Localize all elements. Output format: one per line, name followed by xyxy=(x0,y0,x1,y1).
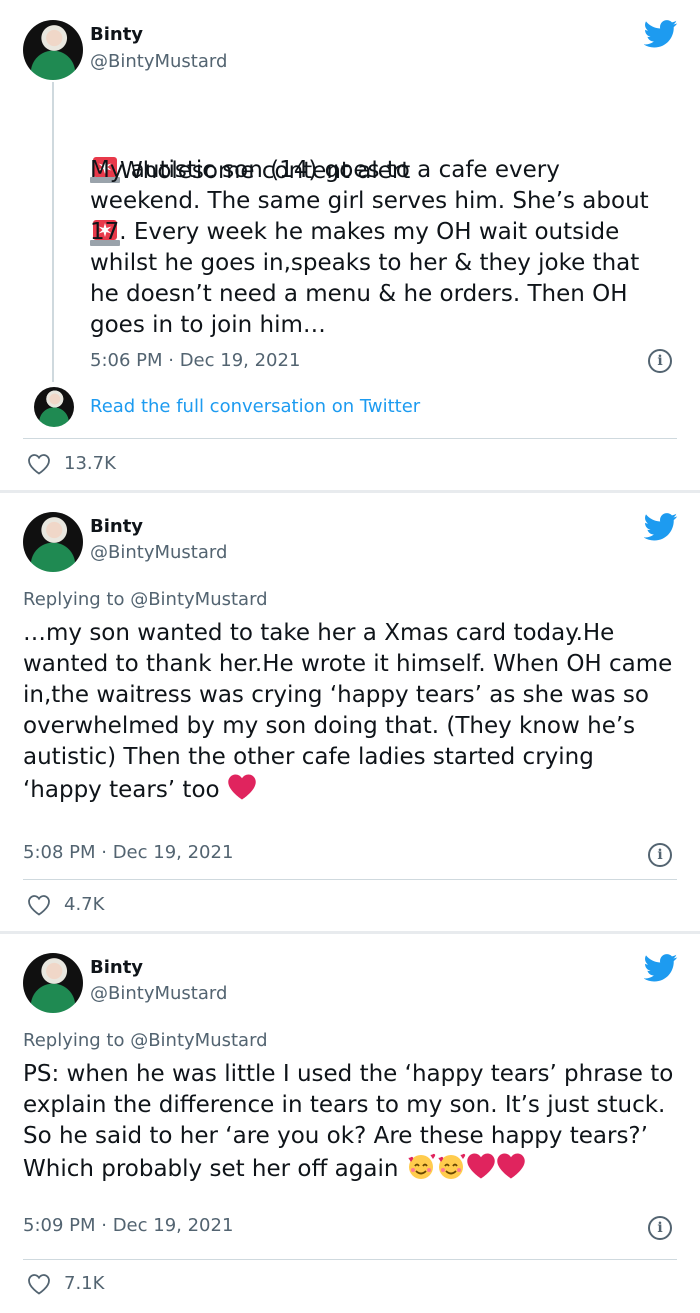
author-handle[interactable]: @BintyMustard xyxy=(90,52,227,72)
twitter-bird-icon[interactable] xyxy=(644,954,678,982)
tweet-timestamp[interactable]: 5:09 PM · Dec 19, 2021 xyxy=(23,1215,233,1237)
tweet-card: Binty @BintyMustard Replying to @BintyMu… xyxy=(0,934,700,1313)
info-icon[interactable]: i xyxy=(648,1216,672,1240)
author-handle[interactable]: @BintyMustard xyxy=(90,984,227,1004)
author-avatar[interactable] xyxy=(23,20,83,80)
author-name[interactable]: Binty xyxy=(90,958,143,978)
divider xyxy=(23,438,677,439)
info-icon[interactable]: i xyxy=(648,349,672,373)
tweet-text-body: My autistic son (14) goes to a cafe ever… xyxy=(90,157,649,338)
author-avatar[interactable] xyxy=(23,512,83,572)
like-button[interactable]: 7.1K xyxy=(26,1273,104,1295)
read-conversation-link[interactable]: Read the full conversation on Twitter xyxy=(90,396,420,418)
replying-to-label: Replying to xyxy=(23,589,131,610)
author-avatar[interactable] xyxy=(23,953,83,1013)
like-count: 4.7K xyxy=(64,894,105,915)
heart-outline-icon xyxy=(28,1274,50,1295)
mention-link[interactable]: @BintyMustard xyxy=(130,589,267,610)
replying-to: Replying to @BintyMustard xyxy=(23,1030,268,1052)
tweet-timestamp[interactable]: 5:06 PM · Dec 19, 2021 xyxy=(90,350,300,372)
author-name[interactable]: Binty xyxy=(90,25,143,45)
tweet-text: …my son wanted to take her a Xmas card t… xyxy=(23,618,673,810)
author-name[interactable]: Binty xyxy=(90,517,143,537)
like-count: 7.1K xyxy=(64,1273,105,1294)
heart-outline-icon xyxy=(28,454,50,475)
replying-to-label: Replying to xyxy=(23,1030,131,1051)
divider xyxy=(23,879,677,880)
divider xyxy=(23,1259,677,1260)
red-heart-emoji xyxy=(227,773,257,810)
red-heart-emoji xyxy=(496,1152,526,1189)
tweet-timestamp[interactable]: 5:08 PM · Dec 19, 2021 xyxy=(23,842,233,864)
red-heart-emoji xyxy=(466,1152,496,1189)
like-button[interactable]: 4.7K xyxy=(26,894,104,916)
like-count: 13.7K xyxy=(64,453,116,474)
author-handle[interactable]: @BintyMustard xyxy=(90,543,227,563)
tweet-text-body: PS: when he was little I used the ‘happy… xyxy=(23,1061,674,1182)
heart-outline-icon xyxy=(28,895,50,916)
thread-connector xyxy=(52,82,54,382)
smiling-face-with-hearts-emoji xyxy=(406,1152,436,1189)
tweet-text: PS: when he was little I used the ‘happy… xyxy=(23,1059,683,1189)
tweet-card: Binty @BintyMustard Replying to @BintyMu… xyxy=(0,493,700,931)
police-light-emoji xyxy=(90,124,120,183)
twitter-bird-icon[interactable] xyxy=(644,513,678,541)
info-icon[interactable]: i xyxy=(648,843,672,867)
tweet-text-body: …my son wanted to take her a Xmas card t… xyxy=(23,620,673,803)
replying-to: Replying to @BintyMustard xyxy=(23,589,268,611)
twitter-bird-icon[interactable] xyxy=(644,20,678,48)
author-avatar-small[interactable] xyxy=(34,387,74,427)
tweet-card: Binty @BintyMustard Wholesome content al… xyxy=(0,0,700,490)
like-button[interactable]: 13.7K xyxy=(26,453,116,475)
smiling-face-with-hearts-emoji xyxy=(436,1152,466,1189)
mention-link[interactable]: @BintyMustard xyxy=(130,1030,267,1051)
